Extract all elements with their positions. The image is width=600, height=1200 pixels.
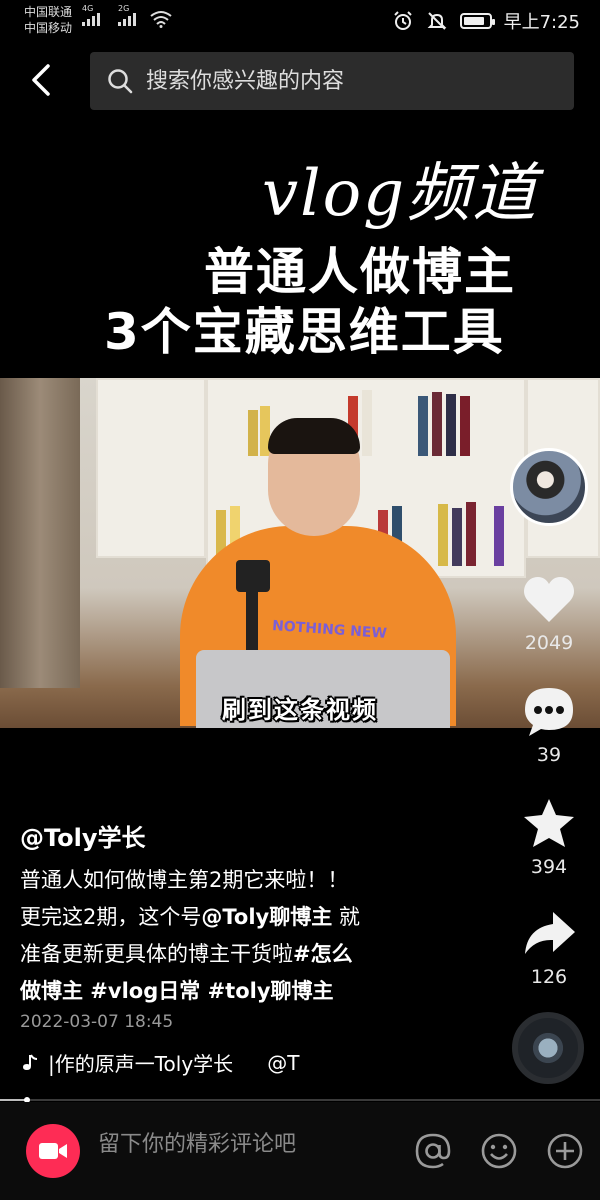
search-input[interactable]: [146, 68, 546, 94]
comment-button[interactable]: 39: [509, 684, 589, 766]
status-right: 早上7:25: [392, 8, 580, 34]
music-mention: @T: [267, 1050, 300, 1075]
mention-link[interactable]: @Toly聊博主: [201, 905, 332, 929]
share-button[interactable]: 126: [509, 906, 589, 988]
comment-input[interactable]: [98, 1132, 398, 1157]
description-text: 就: [332, 905, 360, 929]
mute-icon: [427, 12, 446, 30]
hashtag-links[interactable]: 做博主 #vlog日常 #toly聊博主: [20, 979, 334, 1003]
author-name[interactable]: @Toly学长: [20, 818, 146, 853]
hashtag-link[interactable]: #怎么: [293, 942, 353, 966]
comment-count: 39: [536, 744, 562, 766]
video-person-hair: [268, 418, 360, 454]
carrier-1: 中国联通: [24, 5, 73, 19]
cover-handwriting: vlog频道: [262, 157, 539, 231]
video-scene-curtain: [0, 378, 80, 688]
music-note-icon: [23, 1054, 38, 1070]
post-date: 2022-03-07 18:45: [20, 1012, 174, 1032]
progress-fill: [0, 1099, 27, 1101]
description-line-4: 做博主 #vlog日常 #toly聊博主: [20, 973, 420, 1010]
carrier-info: 中国联通 中国移动: [24, 4, 72, 36]
battery-icon: [459, 13, 495, 29]
video-player[interactable]: NOTHING NEW: [0, 378, 600, 728]
music-info[interactable]: |作的原声一Toly学长 @T: [20, 1048, 299, 1077]
alarm-icon: [393, 11, 412, 30]
video-scene-window: [96, 378, 206, 558]
video-description: 普通人如何做博主第2期它来啦！！ 更完这2期，这个号@Toly聊博主 就 准备更…: [20, 862, 420, 1010]
comment-icon: [525, 688, 573, 736]
description-text: 更完这2期，这个号: [20, 905, 202, 929]
network-type-2: 2G: [118, 4, 130, 13]
search-icon: [108, 69, 133, 94]
heart-icon: [524, 577, 574, 622]
author-avatar[interactable]: [510, 448, 588, 526]
description-line-2: 更完这2期，这个号@Toly聊博主 就: [20, 899, 420, 936]
share-arrow-icon: [525, 912, 575, 954]
video-reply-button[interactable]: [26, 1124, 80, 1178]
favorite-count: 394: [530, 856, 568, 878]
back-button[interactable]: [22, 60, 62, 100]
music-disc[interactable]: [512, 1012, 584, 1084]
wifi-icon: [150, 11, 172, 28]
star-icon: [524, 799, 574, 847]
favorite-button[interactable]: 394: [509, 796, 589, 878]
video-subtitle: 刷到这条视频: [222, 696, 378, 724]
network-type-1: 4G: [82, 4, 94, 13]
video-camera-icon: [39, 1143, 67, 1159]
video-camera: [236, 560, 270, 592]
add-icon[interactable]: [546, 1132, 584, 1170]
chevron-left-icon: [32, 64, 50, 96]
cover-title-line2: 3个宝藏思维工具: [104, 303, 505, 361]
like-count: 2049: [524, 632, 574, 654]
carrier-2: 中国移动: [24, 21, 73, 35]
description-text: 准备更新更具体的博主干货啦: [20, 942, 293, 966]
signal-icon: 4G: [82, 4, 100, 26]
like-button[interactable]: 2049: [509, 572, 589, 654]
video-camera-grip: [246, 590, 258, 650]
clock: 早上7:25: [503, 12, 580, 33]
signal-icon: 2G: [118, 4, 136, 26]
at-mention-icon[interactable]: [414, 1132, 452, 1170]
music-title: |作的原声一Toly学长: [48, 1052, 234, 1076]
emoji-icon[interactable]: [480, 1132, 518, 1170]
description-line-1: 普通人如何做博主第2期它来啦！！: [20, 868, 349, 892]
description-line-3: 准备更新更具体的博主干货啦#怎么: [20, 936, 420, 973]
status-bar: 中国联通 中国移动 4G 2G 早上7:25: [0, 0, 600, 40]
share-count: 126: [530, 966, 568, 988]
comment-bar: [0, 1102, 600, 1200]
search-bar[interactable]: [90, 52, 574, 110]
video-progress-bar[interactable]: [0, 1097, 600, 1103]
